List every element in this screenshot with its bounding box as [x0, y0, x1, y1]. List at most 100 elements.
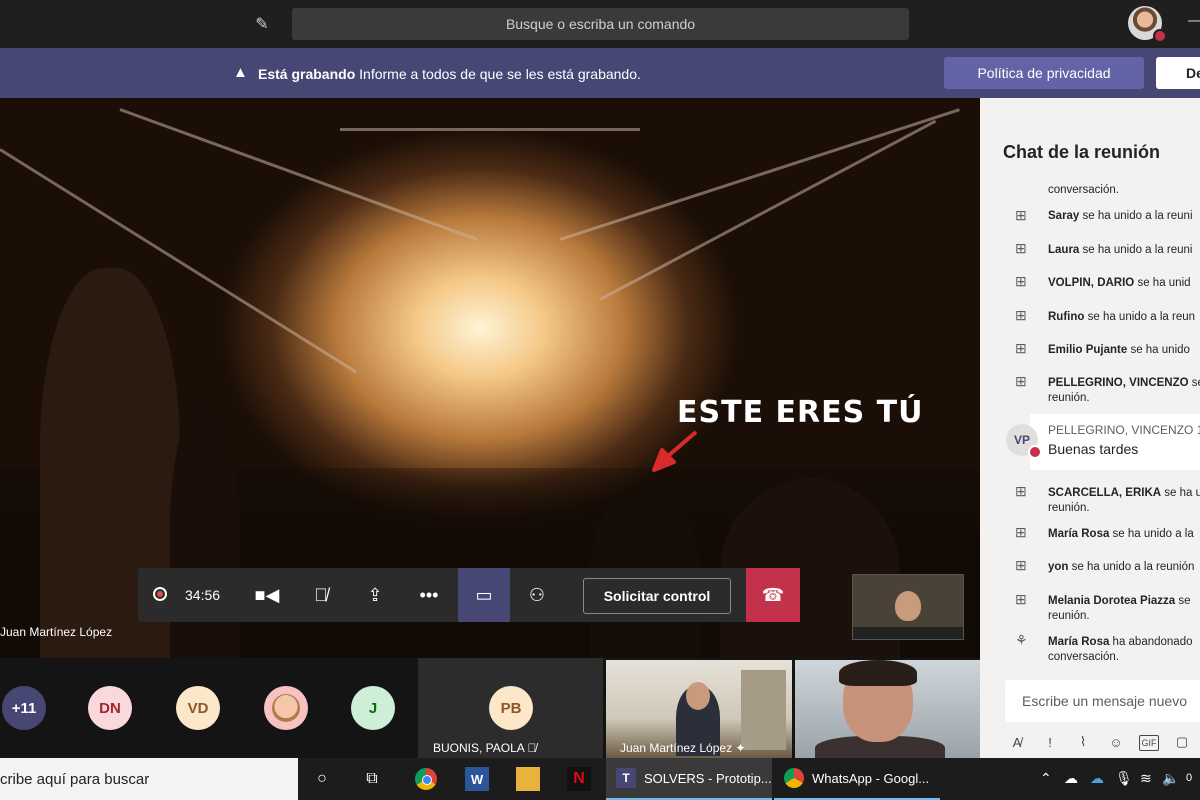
- participant-video-self[interactable]: [795, 660, 980, 766]
- avatar-initials: PB: [500, 699, 522, 717]
- chat-system-message: reunión.: [1048, 391, 1090, 405]
- share-button[interactable]: ⇪: [352, 568, 398, 622]
- join-icon: ⊞: [1015, 273, 1027, 289]
- message-name: María Rosa: [1048, 528, 1110, 540]
- warning-icon: ▲: [233, 64, 248, 81]
- presenter-name: Juan Martínez López: [0, 625, 113, 639]
- message-text: reunión.: [1048, 502, 1090, 514]
- teams-icon: T: [616, 768, 636, 788]
- sticker-icon[interactable]: ▢: [1172, 733, 1192, 751]
- mute-button[interactable]: 🎙̸: [298, 568, 344, 622]
- camera-button[interactable]: ■◀: [244, 568, 290, 622]
- message-text: se ha unido a la reuni: [1079, 210, 1193, 222]
- netflix-icon[interactable]: N: [567, 767, 591, 791]
- message-name: Emilio Pujante: [1048, 344, 1128, 356]
- self-face: [895, 591, 921, 621]
- recording-message: Está grabando Informe a todos de que se …: [258, 66, 641, 82]
- hang-up-button[interactable]: ☎: [746, 568, 800, 622]
- chat-system-message: Saray se ha unido a la reuni: [1048, 209, 1193, 223]
- onedrive-icon[interactable]: ☁: [1064, 770, 1078, 787]
- participant-avatar-j[interactable]: J: [351, 686, 395, 730]
- compose-icon[interactable]: ✎: [250, 12, 274, 36]
- app-title: WhatsApp - Googl...: [812, 770, 930, 786]
- onedrive-business-icon[interactable]: ☁: [1090, 770, 1104, 787]
- recording-detail: Informe a todos de que se les está graba…: [359, 66, 641, 82]
- message-text: se: [1175, 595, 1191, 607]
- wifi-icon[interactable]: ≋: [1140, 770, 1152, 787]
- message-name: VOLPIN, DARIO: [1048, 277, 1135, 289]
- bookshelf: [741, 670, 786, 750]
- message-name: Rufino: [1048, 311, 1085, 323]
- recording-indicator-icon: [153, 587, 167, 601]
- chat-system-message: yon se ha unido a la reunión: [1048, 560, 1194, 574]
- taskbar-search-box[interactable]: cribe aquí para buscar: [0, 758, 298, 800]
- chat-system-message: VOLPIN, DARIO se ha unid: [1048, 276, 1191, 290]
- message-text: se: [1191, 377, 1200, 389]
- message-text: se ha unido a la reun: [1084, 311, 1196, 323]
- taskbar-search-text: cribe aquí para buscar: [0, 770, 150, 788]
- chat-system-message: María Rosa ha abandonado: [1048, 635, 1193, 649]
- message-text: ha abandonado: [1109, 636, 1193, 648]
- message-name: Saray: [1048, 210, 1080, 222]
- join-icon: ⊞: [1015, 373, 1027, 389]
- message-text: reunión.: [1048, 610, 1090, 622]
- join-icon: ⊞: [1015, 524, 1027, 540]
- participants-button[interactable]: ⚇: [514, 568, 560, 622]
- message-text: se ha un: [1164, 487, 1200, 499]
- cortana-icon[interactable]: ○: [310, 767, 334, 791]
- chrome-icon[interactable]: [414, 767, 438, 791]
- avatar-initials: +11: [11, 699, 37, 717]
- microphone-icon[interactable]: 🎙: [1115, 770, 1133, 787]
- message-name: PELLEGRINO, VINCENZO: [1048, 377, 1189, 389]
- leave-icon: ⚘: [1015, 632, 1028, 648]
- join-icon: ⊞: [1015, 207, 1027, 223]
- chat-system-message: Laura se ha unido a la reuni: [1048, 243, 1193, 257]
- camera-icon: ■◀: [254, 584, 280, 605]
- self-video-preview[interactable]: [852, 574, 964, 640]
- task-view-icon[interactable]: ⧉: [360, 767, 384, 791]
- more-actions-button[interactable]: •••: [406, 568, 452, 622]
- message-text: reunión.: [1048, 392, 1090, 404]
- word-icon[interactable]: W: [465, 767, 489, 791]
- message-text: conversación.: [1048, 651, 1119, 663]
- chat-system-message: Emilio Pujante se ha unido: [1048, 343, 1190, 357]
- chat-system-message: PELLEGRINO, VINCENZO se: [1048, 376, 1200, 390]
- show-hidden-icons[interactable]: ⌃: [1040, 770, 1052, 787]
- participant-avatar-vd[interactable]: VD: [176, 686, 220, 730]
- minimize-icon[interactable]: —: [1188, 12, 1200, 30]
- message-text: se ha unid: [1134, 277, 1191, 289]
- clock[interactable]: 0: [1186, 772, 1192, 784]
- join-icon: ⊞: [1015, 340, 1027, 356]
- participant-avatar-photo[interactable]: [264, 686, 308, 730]
- gif-icon[interactable]: GIF: [1139, 735, 1159, 751]
- call-timer: 34:56: [185, 587, 221, 603]
- format-icon[interactable]: A̸: [1007, 733, 1027, 751]
- request-control-button[interactable]: Solicitar control: [583, 578, 731, 614]
- search-command-box[interactable]: Busque o escriba un comando: [292, 8, 909, 40]
- chat-system-message: conversación.: [1048, 650, 1119, 664]
- avatar-initials: J: [368, 699, 378, 717]
- file-explorer-icon[interactable]: [516, 767, 540, 791]
- important-icon[interactable]: !: [1040, 733, 1060, 751]
- chat-system-message: reunión.: [1048, 609, 1090, 623]
- status-busy-dot: [1153, 29, 1167, 43]
- participant-avatar-dn[interactable]: DN: [88, 686, 132, 730]
- join-icon: ⊞: [1015, 483, 1027, 499]
- emoji-icon[interactable]: ☺: [1106, 733, 1126, 751]
- person-head: [686, 682, 710, 710]
- taskbar-app-whatsapp[interactable]: WhatsApp - Googl...: [774, 758, 940, 800]
- show-conversation-button[interactable]: ▭: [458, 568, 510, 622]
- privacy-policy-button[interactable]: Política de privacidad: [944, 57, 1144, 89]
- recording-title: Está grabando: [258, 66, 356, 82]
- attach-icon[interactable]: ⌇: [1073, 733, 1093, 751]
- pin-icon: ✦: [735, 741, 746, 755]
- ellipsis-icon: •••: [419, 584, 439, 605]
- volume-icon[interactable]: 🔈: [1162, 770, 1179, 787]
- taskbar-app-teams[interactable]: T SOLVERS - Prototip...: [606, 758, 772, 800]
- chat-message-input[interactable]: Escribe un mensaje nuevo: [1005, 680, 1200, 722]
- overflow-participants-avatar[interactable]: +11: [2, 686, 46, 730]
- join-icon: ⊞: [1015, 557, 1027, 573]
- chat-system-message: Rufino se ha unido a la reun: [1048, 310, 1195, 324]
- preview-toolbar: [853, 627, 963, 639]
- dismiss-button[interactable]: De: [1156, 57, 1200, 89]
